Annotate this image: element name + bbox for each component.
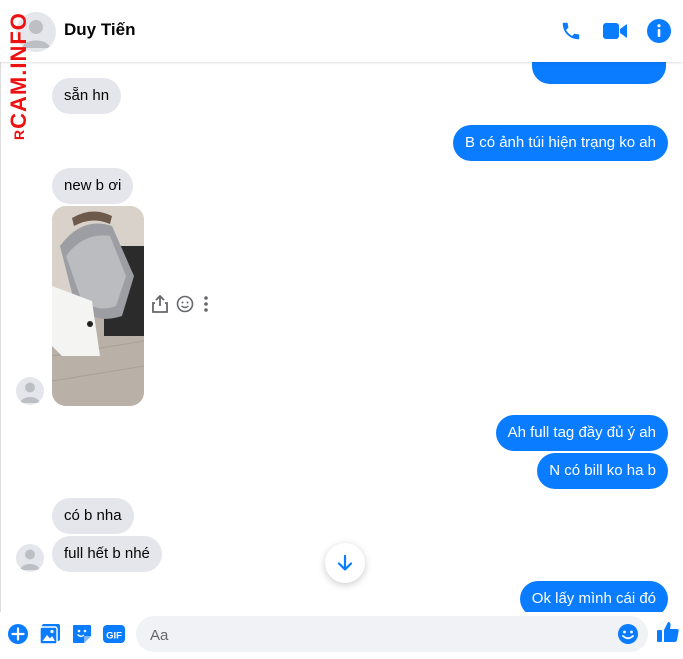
share-icon[interactable] — [152, 295, 168, 313]
message-input-wrapper — [136, 616, 648, 654]
person-icon — [20, 382, 40, 403]
message-outgoing[interactable]: Ok lấy mình cái đó — [519, 581, 668, 612]
message-outgoing[interactable]: Ah full tag đầy đủ ý ah — [495, 415, 668, 451]
message-outgoing[interactable]: N có bill ko ha b — [537, 453, 668, 489]
more-icon[interactable] — [202, 295, 210, 313]
info-icon[interactable] — [646, 18, 672, 44]
message-outgoing-partial[interactable] — [532, 62, 666, 84]
video-icon[interactable] — [602, 18, 628, 44]
message-outgoing[interactable]: B có ảnh túi hiện trạng ko ah — [453, 125, 668, 161]
watermark-main: CAM.INFO — [6, 12, 31, 129]
person-icon — [20, 549, 40, 570]
message-actions — [152, 295, 210, 313]
sender-avatar[interactable] — [16, 377, 44, 405]
sender-avatar[interactable] — [16, 544, 44, 572]
message-input[interactable] — [148, 616, 612, 654]
message-list[interactable]: sẵn hn B có ảnh túi hiện trạng ko ah new… — [0, 62, 683, 612]
scroll-down-button[interactable] — [325, 543, 365, 583]
like-icon[interactable] — [656, 620, 680, 644]
scroll-down-icon — [337, 554, 353, 571]
gif-icon[interactable]: GIF — [102, 622, 126, 646]
plus-icon[interactable] — [6, 622, 30, 646]
message-incoming[interactable]: có b nha — [52, 498, 134, 534]
svg-text:GIF: GIF — [106, 631, 122, 642]
shared-photo[interactable] — [52, 206, 144, 406]
watermark-top: R — [11, 128, 27, 140]
composer-bar: GIF — [0, 612, 683, 659]
emoji-icon[interactable] — [616, 622, 640, 646]
message-incoming[interactable]: sẵn hn — [52, 78, 122, 114]
contact-name[interactable]: Duy Tiến — [64, 20, 135, 40]
sticker-icon[interactable] — [70, 622, 94, 646]
watermark: RCAM.INFO — [6, 0, 31, 140]
image-icon[interactable] — [38, 622, 62, 646]
message-incoming[interactable]: full hết b nhé — [52, 536, 162, 572]
emoji-react-icon[interactable] — [176, 295, 194, 313]
message-incoming[interactable]: new b ơi — [52, 168, 134, 204]
phone-icon[interactable] — [558, 18, 584, 44]
conversation-header: Duy Tiến — [0, 0, 683, 62]
